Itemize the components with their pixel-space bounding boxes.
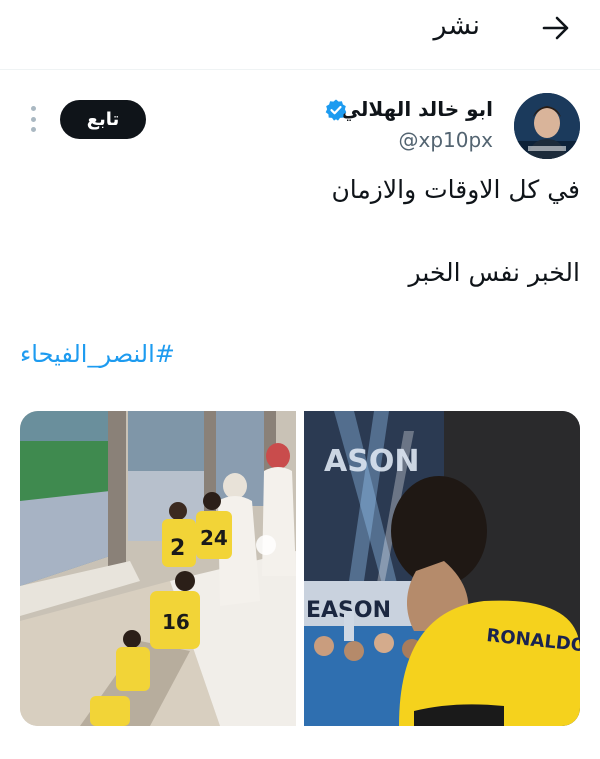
verified-badge-icon (325, 99, 347, 121)
photo-celebration[interactable]: ASON EASON RONALDO (304, 411, 580, 726)
hashtag-link[interactable]: #النصر_الفيحاء (20, 340, 175, 368)
tweet-text-line-1: في كل الاوقات والازمان (331, 175, 580, 204)
media-grid: 2 24 16 ASON EASON RONALDO (20, 411, 580, 726)
banner-text: ASON (324, 444, 419, 479)
author-handle[interactable]: @xp10px (398, 128, 493, 152)
follow-button[interactable]: تابع (60, 100, 146, 139)
svg-text:16: 16 (162, 610, 190, 634)
top-bar: نشر (0, 0, 600, 70)
page-title: نشر (433, 10, 481, 41)
photo-stairway[interactable]: 2 24 16 (20, 411, 296, 726)
svg-text:24: 24 (200, 526, 228, 550)
tweet-text-line-2: الخبر نفس الخبر (408, 258, 580, 287)
arrow-right-icon (542, 16, 569, 40)
back-button[interactable] (534, 8, 578, 48)
author-name[interactable]: ابو خالد الهلالي (341, 97, 493, 121)
svg-text:2: 2 (170, 536, 185, 561)
avatar[interactable] (514, 93, 580, 159)
more-vertical-icon[interactable] (25, 104, 41, 134)
